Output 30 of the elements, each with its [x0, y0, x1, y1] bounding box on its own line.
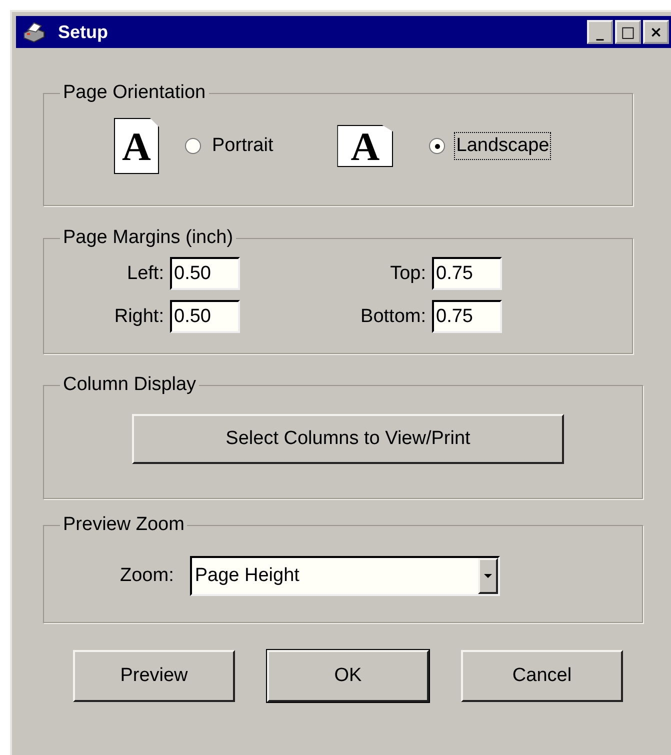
radio-button[interactable] [185, 138, 201, 154]
field-label: Top: [389, 262, 426, 284]
margin-input[interactable]: 0.75 [432, 300, 502, 333]
window-title: Setup [58, 22, 108, 42]
select-columns-button[interactable]: Select Columns to View/Print [132, 414, 564, 464]
group-label: Preview Zoom [62, 514, 186, 536]
group-label: Page Orientation [62, 82, 207, 104]
portrait-page-icon: A [114, 118, 159, 174]
close-button[interactable]: × [643, 20, 669, 44]
maximize-button[interactable]: □ [615, 20, 641, 44]
radio-label[interactable]: Portrait [210, 132, 276, 160]
landscape-page-icon: A [337, 125, 394, 167]
group-label: Column Display [62, 374, 198, 396]
zoom-dropdown[interactable]: Page Height [190, 556, 500, 596]
dialog-button[interactable]: Preview [73, 650, 235, 702]
zoom-label: Zoom: [120, 565, 174, 587]
margin-input[interactable]: 0.50 [170, 257, 240, 290]
radio-button[interactable] [429, 138, 446, 154]
radio-label[interactable]: Landscape [454, 132, 552, 160]
margin-input[interactable]: 0.50 [170, 300, 240, 333]
dialog-button[interactable]: Cancel [461, 650, 623, 702]
dropdown-arrow-icon [482, 573, 493, 579]
group-label: Page Margins (inch) [62, 227, 234, 249]
field-label: Right: [113, 306, 164, 328]
minimize-button[interactable]: _ [587, 20, 613, 44]
dialog-button[interactable]: OK [267, 650, 429, 702]
field-label: Bottom: [360, 306, 426, 328]
field-label: Left: [126, 262, 164, 284]
margin-input[interactable]: 0.75 [432, 257, 502, 290]
printer-icon [22, 21, 46, 43]
